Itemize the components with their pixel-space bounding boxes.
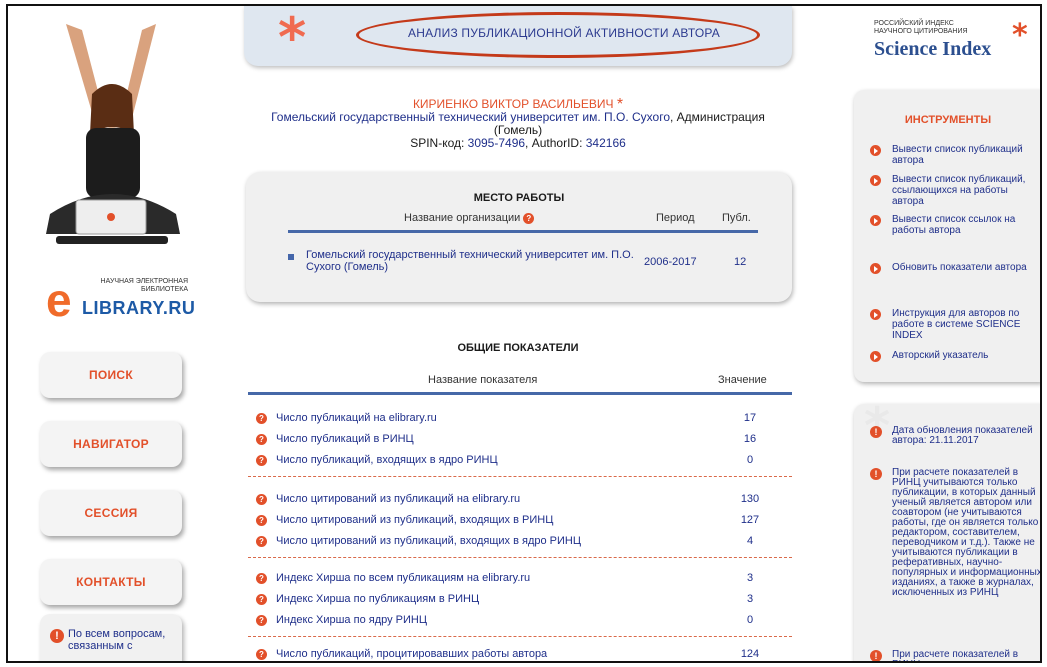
indicator-row: ? Число публикаций в РИНЦ 16 bbox=[256, 433, 776, 449]
elibrary-e-mark: e bbox=[46, 274, 72, 326]
nav-button-session[interactable]: СЕССИЯ bbox=[40, 490, 182, 536]
exclamation-icon: ! bbox=[870, 468, 882, 480]
play-icon bbox=[870, 215, 881, 226]
workplace-period: 2006-2017 bbox=[644, 256, 697, 268]
elibrary-tagline: НАУЧНАЯ ЭЛЕКТРОННАЯ БИБЛИОТЕКА bbox=[100, 278, 188, 293]
play-icon bbox=[870, 145, 881, 156]
help-icon[interactable]: ? bbox=[523, 213, 535, 224]
elibrary-wordmark: LIBRARY.RU bbox=[82, 298, 196, 318]
indicator-row: ? Число цитирований из публикаций на elib… bbox=[256, 493, 776, 509]
pubs-column-header: Публ. bbox=[722, 212, 751, 224]
exclamation-icon: ! bbox=[870, 426, 882, 438]
nav-button-search[interactable]: ПОИСК bbox=[40, 352, 182, 398]
exclamation-icon: ! bbox=[50, 629, 64, 643]
indicators-header-rule bbox=[248, 392, 792, 395]
workplace-pubs-link[interactable]: 12 bbox=[734, 256, 746, 268]
science-index-wordmark: Science Index bbox=[874, 38, 992, 60]
play-icon bbox=[870, 309, 881, 320]
authorid-label: , AuthorID: bbox=[525, 136, 586, 150]
list-bullet-icon bbox=[288, 254, 294, 260]
indicator-name-header: Название показателя bbox=[428, 374, 538, 386]
play-icon bbox=[870, 263, 881, 274]
indicator-row: ? Число публикаций, входящих в ядро РИНЦ 0 bbox=[256, 454, 776, 470]
help-icon[interactable]: ? bbox=[256, 573, 267, 584]
spin-code-link[interactable]: 3095-7496 bbox=[468, 136, 525, 150]
help-text[interactable]: По всем вопросам, связанным с bbox=[68, 628, 178, 652]
exclamation-icon: ! bbox=[870, 650, 882, 661]
workplace-org: Гомельский государственный технический у… bbox=[306, 249, 636, 273]
workplace-title: МЕСТО РАБОТЫ bbox=[473, 192, 565, 204]
indicator-row: ? Число публикаций, процитировавших работ… bbox=[256, 648, 776, 661]
play-icon bbox=[870, 175, 881, 186]
help-icon[interactable]: ? bbox=[256, 615, 267, 626]
author-info: КИРИЕНКО ВИКТОР ВАСИЛЬЕВИЧ * Гомельский … bbox=[244, 97, 792, 150]
indicator-row: ? Число публикаций на elibrary.ru 17 bbox=[256, 412, 776, 428]
indicator-row: ? Число цитирований из публикаций, входящ… bbox=[256, 514, 776, 530]
tools-title: ИНСТРУМЕНТЫ bbox=[904, 114, 992, 126]
author-affiliation-link[interactable]: Гомельский государственный технический у… bbox=[271, 110, 670, 124]
help-icon[interactable]: ? bbox=[256, 515, 267, 526]
title-highlight-oval bbox=[356, 12, 760, 58]
indicator-value-header: Значение bbox=[718, 374, 767, 386]
workplace-panel: МЕСТО РАБОТЫ Название организации ? Пери… bbox=[246, 172, 792, 302]
period-column-header: Период bbox=[656, 212, 695, 224]
indicator-row: ? Индекс Хирша по ядру РИНЦ 0 bbox=[256, 614, 776, 630]
help-icon[interactable]: ? bbox=[256, 434, 267, 445]
elibrary-logo[interactable]: НАУЧНАЯ ЭЛЕКТРОННАЯ БИБЛИОТЕКА e LIBRARY.… bbox=[46, 274, 196, 324]
science-index-logo[interactable]: РОССИЙСКИЙ ИНДЕКС НАУЧНОГО ЦИТИРОВАНИЯ Sc… bbox=[874, 18, 1034, 76]
asterisk-logo-icon: * bbox=[1012, 18, 1028, 53]
science-index-tagline: РОССИЙСКИЙ ИНДЕКС НАУЧНОГО ЦИТИРОВАНИЯ bbox=[874, 20, 968, 35]
nav-button-navigator[interactable]: НАВИГАТОР bbox=[40, 421, 182, 467]
row-group-divider bbox=[248, 636, 792, 637]
info-panel: * !Дата обновления показателей автора: 2… bbox=[854, 397, 1040, 661]
row-group-divider bbox=[248, 557, 792, 558]
nav-button-contacts[interactable]: КОНТАКТЫ bbox=[40, 559, 182, 605]
author-name: КИРИЕНКО ВИКТОР ВАСИЛЬЕВИЧ bbox=[412, 97, 614, 111]
page-frame: НАУЧНАЯ ЭЛЕКТРОННАЯ БИБЛИОТЕКА e LIBRARY.… bbox=[6, 4, 1042, 663]
left-column: НАУЧНАЯ ЭЛЕКТРОННАЯ БИБЛИОТЕКА e LIBRARY.… bbox=[8, 6, 208, 661]
help-icon[interactable]: ? bbox=[256, 594, 267, 605]
org-column-header: Название организации ? bbox=[404, 212, 535, 224]
author-affiliation-tail: , Администрация bbox=[670, 110, 765, 124]
page-header: * АНАЛИЗ ПУБЛИКАЦИОННОЙ АКТИВНОСТИ АВТОР… bbox=[244, 6, 792, 69]
authorid-link[interactable]: 342166 bbox=[586, 136, 626, 150]
indicators-title: ОБЩИЕ ПОКАЗАТЕЛИ bbox=[457, 342, 579, 354]
tools-panel: ИНСТРУМЕНТЫ Вывести список публикаций ав… bbox=[854, 90, 1040, 382]
help-icon[interactable]: ? bbox=[256, 494, 267, 505]
asterisk-logo-icon: * bbox=[278, 6, 307, 69]
indicator-row: ? Индекс Хирша по публикациям в РИНЦ 3 bbox=[256, 593, 776, 609]
help-box: ! По всем вопросам, связанным с bbox=[40, 614, 182, 661]
help-icon[interactable]: ? bbox=[256, 455, 267, 466]
play-icon bbox=[870, 351, 881, 362]
help-icon[interactable]: ? bbox=[256, 413, 267, 424]
help-icon[interactable]: ? bbox=[256, 536, 267, 547]
cheering-girl-illustration bbox=[46, 24, 180, 244]
workplace-header-rule bbox=[288, 230, 758, 233]
indicator-row: ? Число цитирований из публикаций, входящ… bbox=[256, 535, 776, 551]
workplace-org-city: (Гомель) bbox=[340, 261, 389, 273]
help-icon[interactable]: ? bbox=[256, 649, 267, 660]
spin-label: SPIN-код: bbox=[410, 136, 468, 150]
row-group-divider bbox=[248, 476, 792, 477]
indicator-row: ? Индекс Хирша по всем публикациям на eli… bbox=[256, 572, 776, 588]
